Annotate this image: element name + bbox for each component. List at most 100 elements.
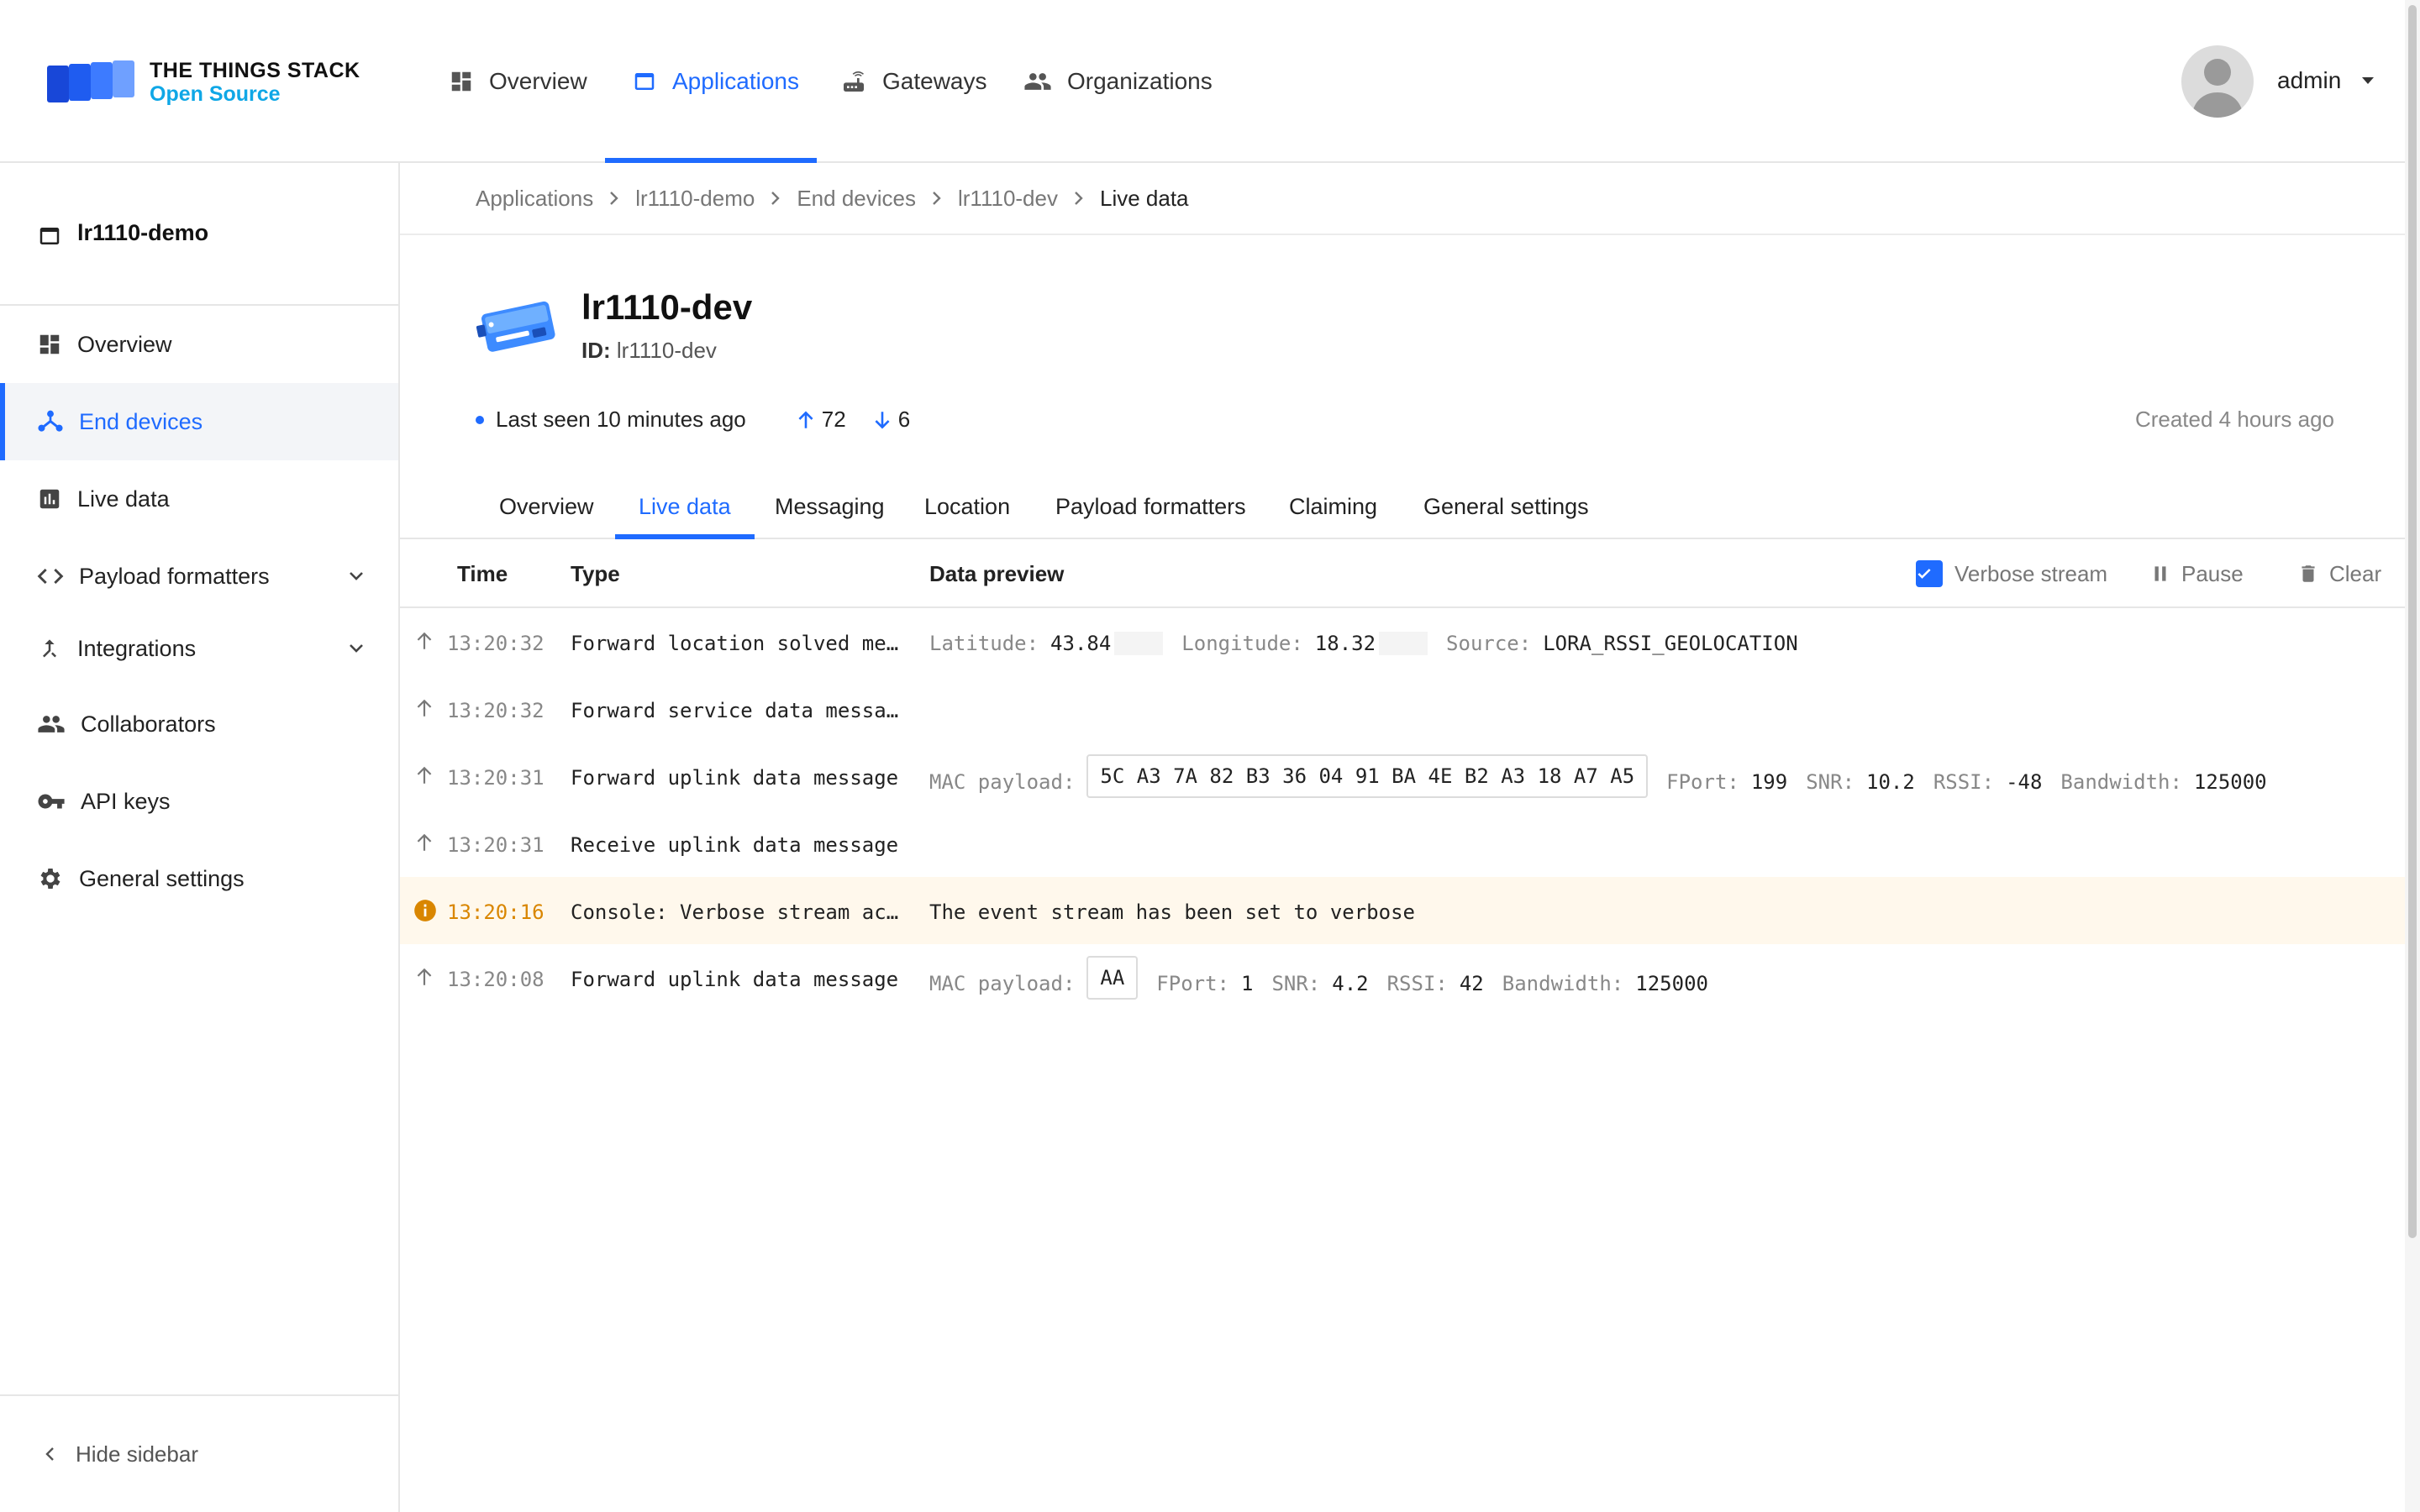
- pause-label: Pause: [2181, 560, 2244, 586]
- page-scrollbar[interactable]: [2405, 0, 2420, 1512]
- hide-sidebar-button[interactable]: Hide sidebar: [0, 1394, 398, 1512]
- mac-payload-value[interactable]: AA: [1086, 956, 1139, 1000]
- tab-general-settings[interactable]: General settings: [1423, 474, 1589, 539]
- bandwidth-label: Bandwidth:: [2060, 770, 2182, 794]
- device-id-value: lr1110-dev: [616, 338, 717, 363]
- hide-sidebar-label: Hide sidebar: [76, 1441, 198, 1467]
- mac-payload-label: MAC payload:: [929, 770, 1076, 794]
- tab-messaging[interactable]: Messaging: [775, 474, 885, 539]
- sidebar-header: lr1110-demo: [0, 163, 398, 306]
- event-time: 13:20:31: [447, 766, 544, 790]
- topnav-organizations-label: Organizations: [1067, 68, 1213, 94]
- chart-icon: [39, 489, 60, 509]
- user-menu-label[interactable]: admin: [2277, 67, 2341, 94]
- scrollbar-thumb[interactable]: [2408, 5, 2417, 1238]
- status-dot-icon: [476, 415, 484, 424]
- arrow-up-icon: [798, 410, 813, 428]
- breadcrumb-end-devices[interactable]: End devices: [797, 186, 916, 212]
- event-row[interactable]: 13:20:31 Receive uplink data message: [400, 810, 2405, 877]
- chevron-left-icon: [45, 1447, 54, 1461]
- event-preview: MAC payload: 5C A3 7A 82 B3 36 04 91 BA …: [929, 754, 2286, 798]
- dashboard-icon: [451, 71, 471, 92]
- column-header-type: Type: [571, 561, 620, 586]
- tab-payload-formatters[interactable]: Payload formatters: [1055, 474, 1246, 539]
- device-icon: [476, 301, 555, 352]
- created-text: Created 4 hours ago: [2134, 407, 2334, 432]
- sidebar-item-collaborators[interactable]: Collaborators: [0, 685, 398, 763]
- fport-label: FPort:: [1666, 770, 1739, 794]
- event-time: 13:20:31: [447, 833, 544, 857]
- tab-overview[interactable]: Overview: [499, 474, 594, 539]
- sidebar-item-general-settings[interactable]: General settings: [0, 840, 398, 917]
- people-icon: [1024, 73, 1051, 90]
- longitude-label: Longitude:: [1181, 632, 1303, 655]
- caret-down-icon[interactable]: [2360, 72, 2376, 89]
- bandwidth-label: Bandwidth:: [1502, 972, 1624, 995]
- chevron-down-icon[interactable]: [346, 566, 366, 586]
- events-list: 13:20:32 Forward location solved mes… La…: [400, 608, 2405, 1011]
- bandwidth-value: 125000: [2193, 770, 2267, 794]
- source-label: Source:: [1446, 632, 1532, 655]
- router-icon: [844, 71, 864, 92]
- fport-value: 199: [1750, 770, 1788, 794]
- event-row[interactable]: 13:20:08 Forward uplink data message MAC…: [400, 944, 2405, 1011]
- chevron-down-icon[interactable]: [346, 638, 366, 659]
- breadcrumb-applications[interactable]: Applications: [476, 186, 593, 212]
- sidebar-item-label: API keys: [81, 788, 171, 814]
- sidebar-item-label: Payload formatters: [79, 563, 270, 589]
- events-table-header: Time Type Data preview Verbose stream Pa…: [400, 539, 2405, 608]
- event-type: Forward uplink data message: [571, 766, 899, 790]
- event-row[interactable]: 13:20:16 Console: Verbose stream act… Th…: [400, 877, 2405, 944]
- chevron-right-icon: [1075, 192, 1083, 205]
- user-avatar[interactable]: [2181, 45, 2254, 118]
- chevron-right-icon: [933, 192, 941, 205]
- sidebar-item-payload-formatters[interactable]: Payload formatters: [0, 538, 398, 615]
- snr-label: SNR:: [1271, 972, 1321, 995]
- tab-live-data[interactable]: Live data: [615, 474, 755, 539]
- rssi-label: RSSI:: [1386, 972, 1448, 995]
- sidebar: lr1110-demo Overview End devices Live da…: [0, 163, 400, 1512]
- mac-payload-label: MAC payload:: [929, 972, 1076, 995]
- sidebar-item-overview[interactable]: Overview: [0, 306, 398, 383]
- sidebar-item-label: Overview: [77, 331, 172, 357]
- merge-icon: [43, 639, 56, 658]
- info-icon: [414, 900, 436, 921]
- device-id-label: ID:: [581, 338, 611, 363]
- user-silhouette-icon: [2191, 59, 2244, 118]
- brand-logo[interactable]: THE THINGS STACK Open Source: [45, 52, 365, 109]
- dashboard-icon: [39, 334, 60, 354]
- uplink-counter: 72: [795, 407, 846, 433]
- verbose-stream-toggle[interactable]: Verbose stream: [1916, 539, 2107, 608]
- mac-payload-value[interactable]: 5C A3 7A 82 B3 36 04 91 BA 4E B2 A3 18 A…: [1086, 754, 1649, 798]
- topnav-gateways[interactable]: Gateways: [840, 0, 987, 163]
- breadcrumb-application[interactable]: lr1110-demo: [635, 186, 755, 212]
- verbose-stream-checkbox[interactable]: [1916, 560, 1943, 587]
- event-type: Console: Verbose stream act…: [571, 900, 907, 924]
- trash-icon: [2302, 565, 2315, 582]
- sidebar-item-end-devices[interactable]: End devices: [0, 383, 398, 460]
- event-row[interactable]: 13:20:31 Forward uplink data message MAC…: [400, 743, 2405, 810]
- downlink-count: 6: [897, 407, 911, 432]
- event-preview: Latitude: 43.84 Longitude: 18.32 Source:…: [929, 632, 1817, 655]
- sidebar-item-live-data[interactable]: Live data: [0, 460, 398, 538]
- event-preview: MAC payload: AA FPort: 1 SNR: 4.2 RSSI: …: [929, 956, 1727, 1000]
- topnav-organizations[interactable]: Organizations: [1023, 0, 1213, 163]
- downlink-counter: 6: [871, 407, 910, 433]
- application-icon: [39, 228, 60, 244]
- sidebar-item-api-keys[interactable]: API keys: [0, 763, 398, 840]
- topnav-overview[interactable]: Overview: [449, 0, 587, 163]
- event-type: Forward uplink data message: [571, 968, 899, 991]
- breadcrumb-device[interactable]: lr1110-dev: [958, 186, 1058, 212]
- sidebar-item-integrations[interactable]: Integrations: [0, 610, 398, 687]
- topnav-applications[interactable]: Applications: [605, 0, 817, 163]
- tab-location[interactable]: Location: [924, 474, 1010, 539]
- clear-label: Clear: [2329, 560, 2382, 586]
- clear-button[interactable]: Clear: [2297, 539, 2381, 608]
- tab-claiming[interactable]: Claiming: [1289, 474, 1377, 539]
- pause-button[interactable]: Pause: [2149, 539, 2244, 608]
- event-row[interactable]: 13:20:32 Forward service data message: [400, 675, 2405, 743]
- sidebar-item-label: Collaborators: [81, 711, 216, 737]
- event-row[interactable]: 13:20:32 Forward location solved mes… La…: [400, 608, 2405, 675]
- sidebar-item-label: End devices: [79, 408, 203, 434]
- longitude-value: 18.32: [1314, 632, 1376, 655]
